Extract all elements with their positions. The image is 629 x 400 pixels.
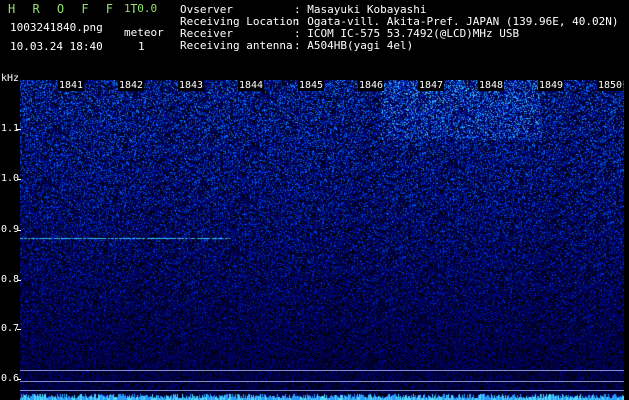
time-tick-label: 1845 [298, 80, 325, 91]
meta-label-antenna: Receiving antenna [180, 39, 293, 52]
meta-value-antenna: : A504HB(yagi 4el) [294, 39, 414, 52]
reference-line [20, 370, 624, 371]
time-tick-label: 1841 [58, 80, 85, 91]
y-tick-mark [17, 280, 21, 281]
frequency-unit-label: kHz [1, 73, 20, 84]
timestamp: 10.03.24 18:40 [10, 40, 103, 53]
file-name: 1003241840.png [10, 21, 103, 34]
time-tick-label: 1847 [418, 80, 445, 91]
reference-line [20, 390, 624, 391]
event-type-label: meteor [124, 26, 164, 39]
y-tick-mark [17, 329, 21, 330]
spectrogram-canvas [20, 80, 624, 400]
time-tick-label: 1842 [118, 80, 145, 91]
time-tick-label: 1849 [538, 80, 565, 91]
y-tick-mark [17, 179, 21, 180]
y-tick-mark [17, 379, 21, 380]
app-title: H R O F F T [8, 2, 143, 16]
time-tick-label: 1844 [238, 80, 265, 91]
app-version: 1.0.0 [124, 2, 158, 15]
y-tick-mark [17, 129, 21, 130]
time-tick-label: 1843 [178, 80, 205, 91]
event-count: 1 [138, 40, 145, 53]
reference-line [20, 381, 624, 382]
time-tick-label: 1850 [597, 80, 624, 91]
time-tick-label: 1848 [478, 80, 505, 91]
time-tick-label: 1846 [358, 80, 385, 91]
y-tick-mark [17, 230, 21, 231]
